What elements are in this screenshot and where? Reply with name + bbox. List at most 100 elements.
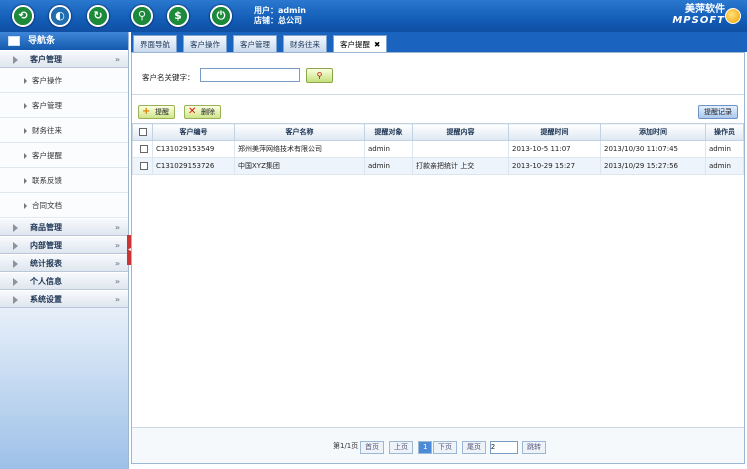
table-cell: admin: [705, 157, 744, 175]
sidebar-group-label: 客户管理: [30, 55, 62, 64]
sidebar-header: 导航条: [0, 32, 128, 50]
table-row[interactable]: C131029153726 中国XYZ集团 admin 打款亲把统计 上交 2013-1…: [132, 157, 744, 175]
sidebar-group-label: 个人信息: [30, 277, 62, 286]
expand-arrow-icon: [13, 296, 18, 304]
tab-label: 客户提醒: [340, 40, 370, 49]
row-checkbox[interactable]: [140, 162, 148, 170]
sidebar: 导航条 客户管理» 客户操作 客户管理 财务往来 客户提醒 联系反馈 合同文档 商品管理» 内部…: [0, 32, 129, 469]
table-cell: 中国XYZ集团: [234, 157, 365, 175]
expand-arrow-icon: [13, 56, 18, 64]
home-icon: ⟲: [14, 7, 32, 25]
row-checkbox[interactable]: [140, 145, 148, 153]
table-cell: 郑州美萍网络技术有限公司: [234, 140, 365, 158]
sidebar-group[interactable]: 商品管理 »: [0, 218, 128, 236]
search-toolbar-button[interactable]: ⚲: [131, 5, 153, 27]
power-toolbar-button[interactable]: ⏻: [210, 5, 232, 27]
column-header[interactable]: 提醒内容: [412, 123, 509, 141]
expand-arrow-icon: [13, 260, 18, 268]
search-button[interactable]: ⚲: [306, 68, 333, 83]
sidebar-item[interactable]: 客户操作: [0, 68, 128, 93]
sidebar-item[interactable]: 客户管理: [0, 93, 128, 118]
table-cell: 打款亲把统计 上交: [412, 157, 509, 175]
bullet-icon: [24, 153, 27, 159]
bullet-icon: [24, 103, 27, 109]
current-page[interactable]: 1: [418, 441, 433, 454]
prev-page-button[interactable]: 上页: [389, 441, 413, 454]
tab-label: 财务往来: [290, 40, 320, 49]
top-toolbar: ⟲ ◐ ↻ ⚲ $ ⏻ 用户：admin 店铺：总公司 美萍软件 MPSOFT: [0, 0, 747, 32]
sidebar-group-label: 内部管理: [30, 241, 62, 250]
delete-button[interactable]: ✕ 删除: [184, 105, 221, 119]
delete-icon: ✕: [188, 106, 197, 117]
table-cell: 2013-10-5 11:07: [508, 140, 601, 158]
table-cell: [412, 140, 509, 158]
refresh-toolbar-button[interactable]: ↻: [87, 5, 109, 27]
tab[interactable]: 客户操作: [183, 35, 227, 52]
sidebar-group[interactable]: 统计报表 »: [0, 254, 128, 272]
tab[interactable]: 客户管理: [233, 35, 277, 52]
customer-toolbar-button[interactable]: ◐: [49, 5, 71, 27]
table-row[interactable]: C131029153549 郑州美萍网络技术有限公司 admin 2013-10-5 …: [132, 140, 744, 158]
action-toolbar: + 提醒 ✕ 删除 提醒记录: [132, 103, 744, 121]
search-bar: 客户名关键字： ⚲: [132, 53, 744, 95]
bullet-icon: [24, 128, 27, 134]
navigation-icon: [8, 36, 20, 46]
expand-arrow-icon: [13, 242, 18, 250]
column-header-select: [132, 123, 153, 141]
sidebar-item-label: 联系反馈: [32, 176, 62, 185]
go-page-button[interactable]: 跳转: [522, 441, 546, 454]
bullet-icon: [24, 78, 27, 84]
sidebar-item[interactable]: 联系反馈: [0, 168, 128, 193]
money-toolbar-button[interactable]: $: [167, 5, 189, 27]
magnifier-icon: ⚲: [316, 71, 323, 80]
page-number-input[interactable]: [490, 441, 518, 454]
sidebar-group[interactable]: 内部管理 »: [0, 236, 128, 254]
brand: 美萍软件 MPSOFT: [672, 4, 725, 26]
table-cell: admin: [364, 140, 413, 158]
sidebar-item-label: 客户提醒: [32, 151, 62, 160]
first-page-button[interactable]: 首页: [360, 441, 384, 454]
column-header[interactable]: 提醒对象: [364, 123, 413, 141]
select-all-checkbox[interactable]: [138, 128, 147, 136]
brand-en: MPSOFT: [672, 15, 725, 26]
add-reminder-button[interactable]: + 提醒: [138, 105, 175, 119]
page-info: 第1/1页: [333, 442, 359, 450]
column-header[interactable]: 客户编号: [152, 123, 235, 141]
home-toolbar-button[interactable]: ⟲: [12, 5, 34, 27]
tab[interactable]: 客户提醒 ✖: [333, 35, 388, 53]
tab[interactable]: 界面导航: [133, 35, 177, 52]
last-page-button[interactable]: 尾页: [462, 441, 486, 454]
plus-icon: +: [142, 106, 151, 117]
delete-label: 删除: [201, 108, 215, 116]
next-page-button[interactable]: 下页: [433, 441, 457, 454]
tab-label: 客户管理: [240, 40, 270, 49]
tab-bar: 界面导航 客户操作 客户管理 财务往来 客户提醒 ✖: [131, 32, 747, 53]
sidebar-group-label: 系统设置: [30, 295, 62, 304]
table-cell: C131029153549: [152, 140, 235, 158]
customer-keyword-input[interactable]: [200, 68, 300, 82]
chevron-down-icon: »: [114, 223, 120, 232]
sidebar-group[interactable]: 系统设置 »: [0, 290, 128, 308]
close-icon[interactable]: ✖: [374, 40, 380, 49]
reminder-records-button[interactable]: 提醒记录: [698, 105, 738, 119]
table-cell: 2013-10-29 15:27: [508, 157, 601, 175]
reminder-table: 客户编号 客户名称 提醒对象 提醒内容 提醒时间 添加时间 操作员 C13102915354…: [132, 123, 744, 175]
customer-icon: ◐: [51, 7, 69, 25]
tab[interactable]: 财务往来: [283, 35, 327, 52]
column-header[interactable]: 添加时间: [600, 123, 706, 141]
sidebar-item[interactable]: 客户提醒: [0, 143, 128, 168]
sidebar-group[interactable]: 客户管理 »: [0, 50, 128, 68]
expand-arrow-icon: [13, 278, 18, 286]
sidebar-item-label: 财务往来: [32, 126, 62, 135]
column-header[interactable]: 客户名称: [234, 123, 365, 141]
sidebar-group[interactable]: 个人信息 »: [0, 272, 128, 290]
chevron-down-icon: »: [114, 277, 120, 286]
search-icon: ⚲: [133, 7, 151, 25]
pager: 第1/1页 首页 上页 1 下页 尾页 跳转: [132, 427, 744, 463]
sidebar-item[interactable]: 财务往来: [0, 118, 128, 143]
sidebar-item[interactable]: 合同文档: [0, 193, 128, 218]
add-reminder-label: 提醒: [155, 108, 169, 116]
tab-label: 界面导航: [140, 40, 170, 49]
column-header[interactable]: 操作员: [705, 123, 744, 141]
column-header[interactable]: 提醒时间: [508, 123, 601, 141]
